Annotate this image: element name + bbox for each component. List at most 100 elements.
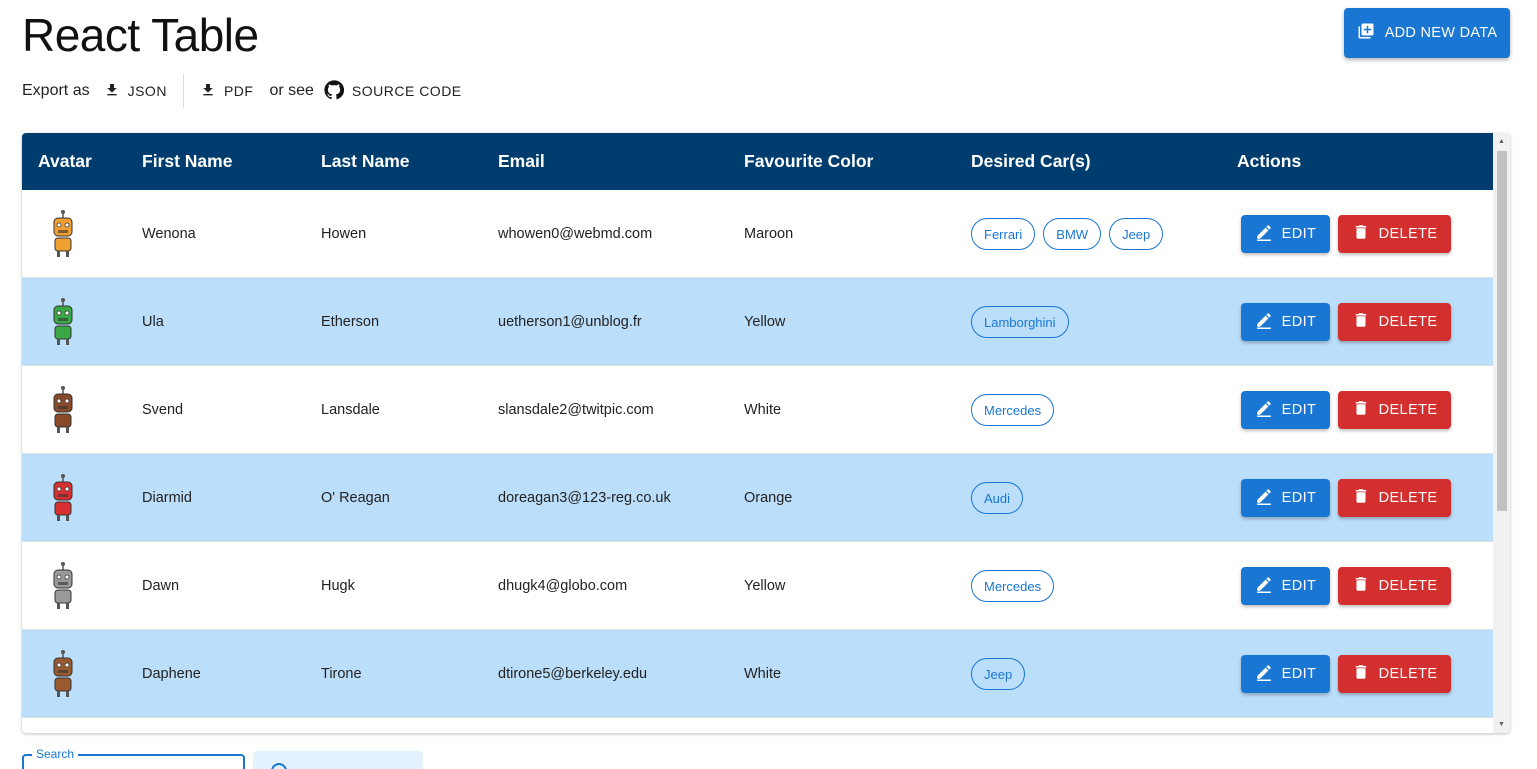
column-header-desired-cars[interactable]: Desired Car(s) xyxy=(971,133,1091,190)
download-icon xyxy=(104,82,120,101)
first-name-cell: Wenona xyxy=(142,226,196,242)
email-cell: uetherson1@unblog.fr xyxy=(498,314,642,330)
delete-button[interactable]: DELETE xyxy=(1338,215,1451,253)
first-name-cell: Dawn xyxy=(142,578,180,594)
export-json-link[interactable]: JSON xyxy=(96,76,175,106)
favourite-color-cell: White xyxy=(744,666,782,682)
car-chip: Jeep xyxy=(971,658,1026,690)
edit-label: EDIT xyxy=(1281,314,1317,330)
actions-cell: EDIT DELETE xyxy=(1241,278,1451,366)
first-name-cell: Daphene xyxy=(142,666,201,682)
desired-cars-cell: Jeep xyxy=(971,630,1026,718)
source-code-link[interactable]: SOURCE CODE xyxy=(316,76,470,106)
actions-cell: EDIT DELETE xyxy=(1241,190,1451,278)
email-cell: dhugk4@globo.com xyxy=(498,578,628,594)
delete-button[interactable]: DELETE xyxy=(1338,391,1451,429)
avatar xyxy=(46,630,106,718)
data-table: Avatar First Name Last Name Email Favour… xyxy=(22,133,1510,733)
avatar xyxy=(46,542,106,630)
edit-button[interactable]: EDIT xyxy=(1241,391,1330,429)
edit-label: EDIT xyxy=(1281,402,1317,418)
delete-label: DELETE xyxy=(1378,578,1438,594)
page-title: React Table xyxy=(22,9,259,61)
delete-button[interactable]: DELETE xyxy=(1338,655,1451,693)
edit-button[interactable]: EDIT xyxy=(1241,655,1330,693)
table-row: Ula Etherson uetherson1@unblog.fr Yellow… xyxy=(22,278,1493,366)
delete-label: DELETE xyxy=(1378,490,1438,506)
scrollbar-thumb[interactable] xyxy=(1497,151,1507,511)
robot-avatar-icon xyxy=(53,298,73,345)
desired-cars-cell: Ferrari BMW Jeep xyxy=(971,190,1164,278)
email-cell: dtirone5@berkeley.edu xyxy=(498,666,648,682)
pencil-icon xyxy=(1255,575,1273,597)
pencil-icon xyxy=(1255,663,1273,685)
table-header: Avatar First Name Last Name Email Favour… xyxy=(22,133,1493,190)
avatar xyxy=(46,190,106,278)
car-chip: Ferrari xyxy=(971,218,1036,250)
scroll-down-icon[interactable]: ▼ xyxy=(1493,716,1510,733)
desired-cars-cell: Mercedes xyxy=(971,542,1055,630)
favourite-color-cell: Maroon xyxy=(744,226,794,242)
github-icon xyxy=(324,79,344,103)
actions-cell: EDIT DELETE xyxy=(1241,454,1451,542)
favourite-color-cell: White xyxy=(744,402,782,418)
delete-label: DELETE xyxy=(1378,314,1438,330)
edit-label: EDIT xyxy=(1281,666,1317,682)
table-row: Diarmid O' Reagan doreagan3@123-reg.co.u… xyxy=(22,454,1493,542)
table-row: Daphene Tirone dtirone5@berkeley.edu Whi… xyxy=(22,630,1493,718)
edit-label: EDIT xyxy=(1281,490,1317,506)
pencil-icon xyxy=(1255,399,1273,421)
robot-avatar-icon xyxy=(53,474,73,521)
robot-avatar-icon xyxy=(53,386,73,433)
column-header-first-name[interactable]: First Name xyxy=(142,133,232,190)
export-as-label: Export as xyxy=(22,82,90,99)
email-cell: whowen0@webmd.com xyxy=(498,226,653,242)
column-header-avatar[interactable]: Avatar xyxy=(38,133,98,190)
car-chip: Lamborghini xyxy=(971,306,1069,338)
app-root: React Table ADD NEW DATA Export as JSON … xyxy=(0,0,1537,769)
email-cell: slansdale2@twitpic.com xyxy=(498,402,654,418)
export-pdf-link[interactable]: PDF xyxy=(192,76,262,106)
column-header-last-name[interactable]: Last Name xyxy=(321,133,410,190)
edit-button[interactable]: EDIT xyxy=(1241,479,1330,517)
filter-button[interactable] xyxy=(253,751,423,769)
delete-label: DELETE xyxy=(1378,226,1438,242)
car-chip: Audi xyxy=(971,482,1024,514)
edit-button[interactable]: EDIT xyxy=(1241,215,1330,253)
source-code-label: SOURCE CODE xyxy=(351,83,462,99)
table-scrollbar[interactable]: ▲ ▼ xyxy=(1493,133,1510,733)
column-header-actions[interactable]: Actions xyxy=(1237,133,1301,190)
edit-button[interactable]: EDIT xyxy=(1241,567,1330,605)
first-name-cell: Svend xyxy=(142,402,184,418)
table-row: Dawn Hugk dhugk4@globo.com Yellow Merced… xyxy=(22,542,1493,630)
column-header-email[interactable]: Email xyxy=(498,133,545,190)
delete-button[interactable]: DELETE xyxy=(1338,479,1451,517)
export-json-label: JSON xyxy=(127,83,167,99)
export-pdf-label: PDF xyxy=(223,83,254,99)
delete-button[interactable]: DELETE xyxy=(1338,303,1451,341)
last-name-cell: Etherson xyxy=(321,314,380,330)
export-divider xyxy=(182,74,184,108)
pencil-icon xyxy=(1255,223,1273,245)
edit-label: EDIT xyxy=(1281,226,1317,242)
column-header-favourite-color[interactable]: Favourite Color xyxy=(744,133,873,190)
last-name-cell: Hugk xyxy=(321,578,355,594)
trash-icon xyxy=(1352,575,1370,597)
avatar xyxy=(46,366,106,454)
delete-button[interactable]: DELETE xyxy=(1338,567,1451,605)
last-name-cell: Howen xyxy=(321,226,367,242)
favourite-color-cell: Yellow xyxy=(744,314,786,330)
delete-label: DELETE xyxy=(1378,402,1438,418)
actions-cell: EDIT DELETE xyxy=(1241,542,1451,630)
car-chip: BMW xyxy=(1043,218,1102,250)
scroll-up-icon[interactable]: ▲ xyxy=(1493,133,1510,150)
edit-button[interactable]: EDIT xyxy=(1241,303,1330,341)
robot-avatar-icon xyxy=(53,650,73,697)
filter-icon xyxy=(271,763,287,769)
favourite-color-cell: Yellow xyxy=(744,578,786,594)
robot-avatar-icon xyxy=(53,562,73,609)
car-chip: Mercedes xyxy=(971,394,1055,426)
trash-icon xyxy=(1352,399,1370,421)
actions-cell: EDIT DELETE xyxy=(1241,366,1451,454)
add-new-data-button[interactable]: ADD NEW DATA xyxy=(1344,8,1510,58)
